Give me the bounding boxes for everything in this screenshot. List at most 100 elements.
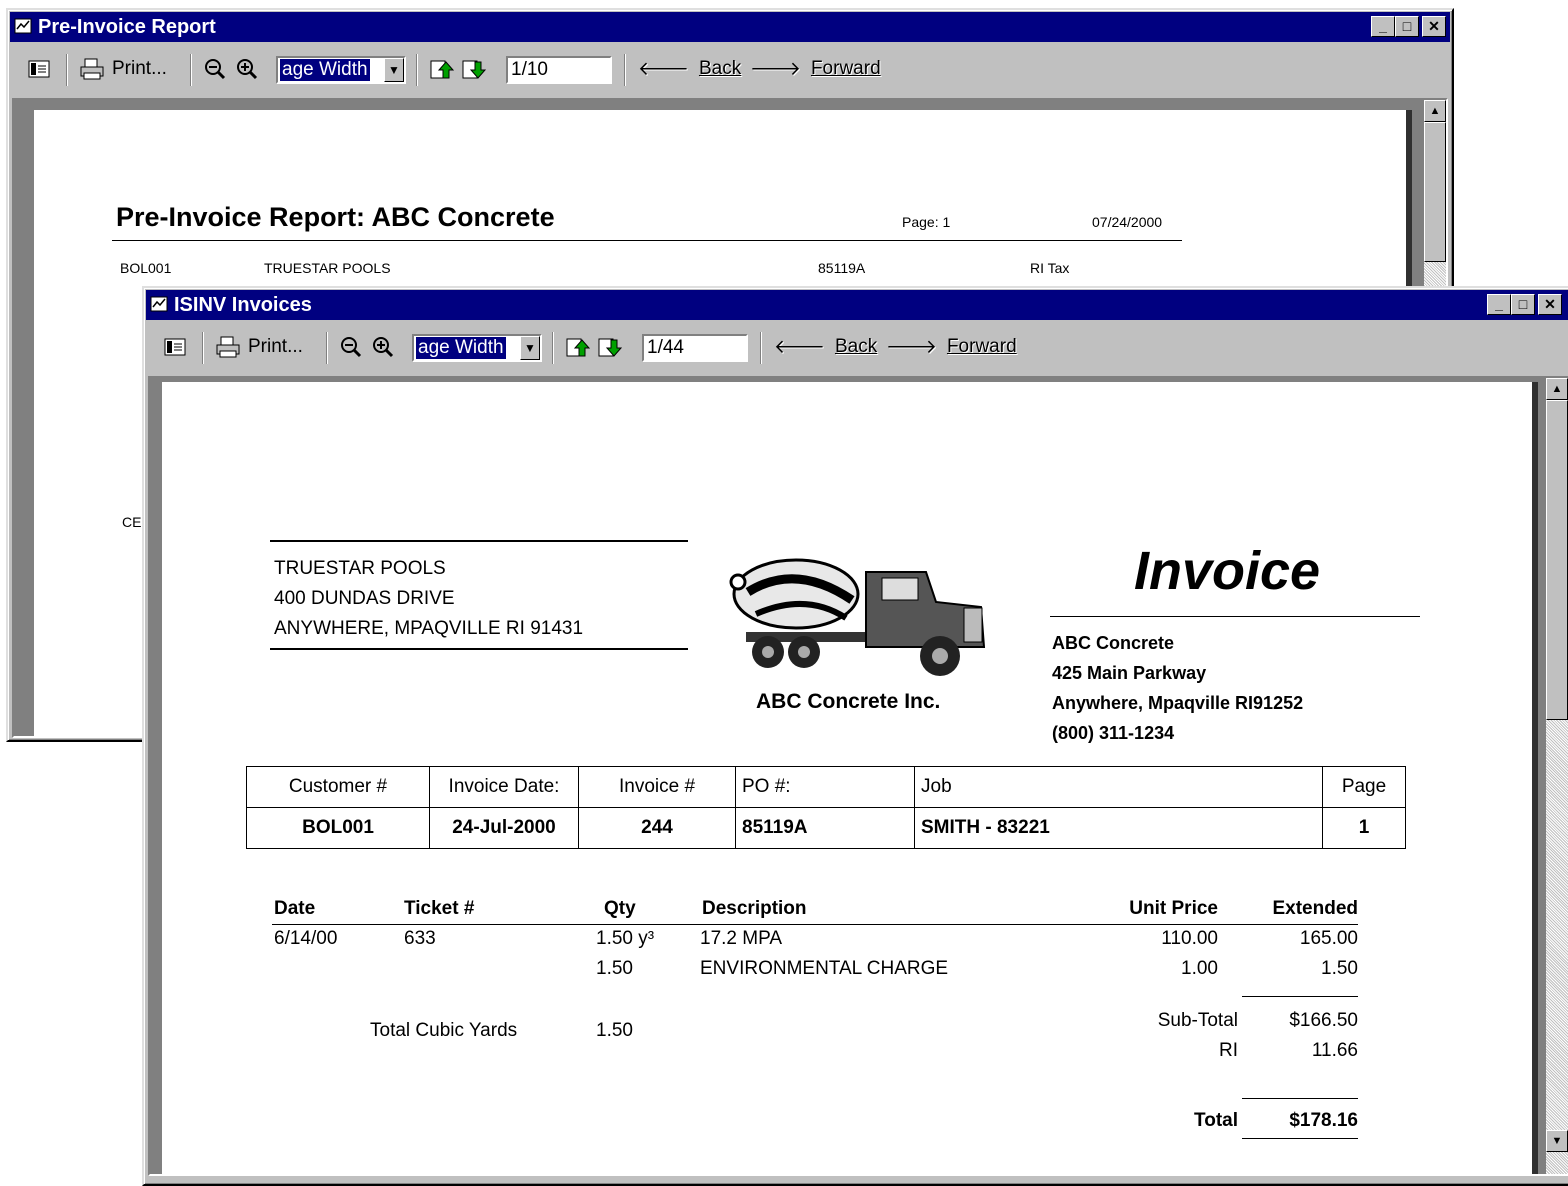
arrow-left-icon: 🡐 [774,337,825,358]
arrow-right-icon: 🡒 [750,59,801,80]
back-label: Back [834,336,878,357]
zoom-in-button[interactable] [236,54,258,84]
line-extended: 165.00 [1299,928,1358,949]
back-label: Back [698,58,742,79]
report-icon [14,18,32,34]
toggle-tree-button[interactable] [164,332,186,362]
print-button[interactable]: Print... [80,54,167,84]
line-unit-price: 1.00 [1181,958,1218,979]
bill-to-line: TRUESTAR POOLS [274,558,446,579]
report-page-label: Page: 1 [902,214,951,230]
scroll-up-button[interactable]: ▲ [1424,100,1446,122]
zoom-in-button[interactable] [372,332,394,362]
invoice-viewport: TRUESTAR POOLS 400 DUNDAS DRIVE ANYWHERE… [148,376,1568,1176]
zoom-value: age Width [280,59,370,81]
zoom-out-button[interactable] [204,54,226,84]
zoom-out-icon [205,59,226,80]
arrow-up-icon: ▲ [1551,383,1563,395]
concrete-truck-logo [729,558,986,676]
col-extended-header: Extended [1272,898,1358,919]
zoom-out-button[interactable] [340,332,362,362]
minimize-button[interactable]: _ [1371,16,1395,37]
bill-to-line: ANYWHERE, MPAQVILLE RI 91431 [274,618,584,639]
company-line: (800) 311-1234 [1052,723,1175,743]
maximize-button[interactable]: □ [1511,294,1535,315]
invoice-heading: Invoice [1134,541,1321,601]
next-page-button[interactable] [462,54,486,84]
info-header-row: Customer # Invoice Date: Invoice # PO #:… [246,766,1406,808]
report-customer: BOL001 [120,260,172,276]
vertical-scrollbar[interactable]: ▲ ▼ [1546,378,1568,1174]
chevron-down-icon[interactable]: ▼ [520,336,540,360]
invoice-info-table: Customer # Invoice Date: Invoice # PO #:… [246,766,1406,849]
page-number-input[interactable]: 1/10 [506,56,612,84]
line-description: 17.2 MPA [700,928,783,949]
page-down-icon [598,338,622,357]
toolbar: Print... age Width ▼ 1/44 🡐 Back 🡒 Forwa… [146,322,1568,374]
chevron-down-icon[interactable]: ▼ [384,58,404,82]
bill-to-address: TRUESTAR POOLS 400 DUNDAS DRIVE ANYWHERE… [274,554,583,644]
scroll-thumb[interactable] [1546,400,1568,720]
report-partial-text: CE [122,514,142,530]
col-description-header: Description [702,898,807,919]
minimize-icon: _ [1495,296,1503,312]
previous-page-button[interactable] [566,332,590,362]
scroll-up-button[interactable]: ▲ [1546,378,1568,400]
next-page-button[interactable] [598,332,622,362]
logo-caption: ABC Concrete Inc. [756,690,941,713]
close-button[interactable]: ✕ [1422,16,1446,37]
zoom-select[interactable]: age Width ▼ [276,56,406,84]
page-number: 1 [1322,807,1406,849]
col-qty-header: Qty [604,898,636,919]
page-number-input[interactable]: 1/44 [642,334,748,362]
arrow-left-icon: 🡐 [638,59,689,80]
minimize-button[interactable]: _ [1487,294,1511,315]
header-page: Page [1322,766,1406,808]
header-po: PO #: [735,766,915,808]
window-title: Pre-Invoice Report [38,16,216,38]
company-line: Anywhere, Mpaqville RI91252 [1052,693,1304,713]
col-unit-price-header: Unit Price [1129,898,1218,919]
report-date: 07/24/2000 [1092,214,1163,230]
back-button[interactable]: 🡐 Back [774,332,877,362]
previous-page-button[interactable] [430,54,454,84]
forward-label: Forward [810,58,881,79]
toolbar: Print... age Width ▼ 1/10 🡐 Back 🡒 Forwa… [10,44,1450,96]
print-button[interactable]: Print... [216,332,303,362]
invoice-page: TRUESTAR POOLS 400 DUNDAS DRIVE ANYWHERE… [162,382,1538,1174]
forward-button[interactable]: 🡒 Forward [750,54,881,84]
bill-to-line: 400 DUNDAS DRIVE [274,588,455,609]
report-icon [150,296,168,312]
report-name: TRUESTAR POOLS [264,260,391,276]
back-button[interactable]: 🡐 Back [638,54,741,84]
job-name: SMITH - 83221 [914,807,1323,849]
close-button[interactable]: ✕ [1538,294,1562,315]
titlebar[interactable]: ISINV Invoices _ □ ✕ [146,290,1568,320]
zoom-in-icon [373,337,394,358]
maximize-icon: □ [1402,18,1412,34]
printer-icon [80,58,104,80]
toggle-tree-button[interactable] [28,54,50,84]
maximize-button[interactable]: □ [1395,16,1419,37]
printer-icon [216,336,240,358]
scroll-thumb[interactable] [1424,122,1446,262]
line-qty: 1.50 [596,958,633,979]
info-value-row: BOL001 24-Jul-2000 244 85119A SMITH - 83… [246,807,1406,849]
header-invoice-date: Invoice Date: [429,766,579,808]
subtotal-value: $166.50 [1289,1010,1358,1031]
print-label: Print... [112,58,167,79]
arrow-down-icon: ▼ [1551,1135,1563,1147]
col-date-header: Date [274,898,316,919]
titlebar[interactable]: Pre-Invoice Report _ □ ✕ [10,12,1450,42]
forward-button[interactable]: 🡒 Forward [886,332,1017,362]
total-cubic-yards-value: 1.50 [596,1020,633,1041]
total-label: Total [1194,1110,1238,1131]
tax-value: 11.66 [1311,1040,1358,1061]
subtotal-label: Sub-Total [1157,1010,1238,1031]
company-line: ABC Concrete [1052,633,1175,653]
line-ticket: 633 [404,928,436,949]
scroll-down-button[interactable]: ▼ [1546,1130,1568,1152]
zoom-select[interactable]: age Width ▼ [412,334,542,362]
maximize-icon: □ [1518,296,1528,312]
report-po: 85119A [818,260,866,276]
